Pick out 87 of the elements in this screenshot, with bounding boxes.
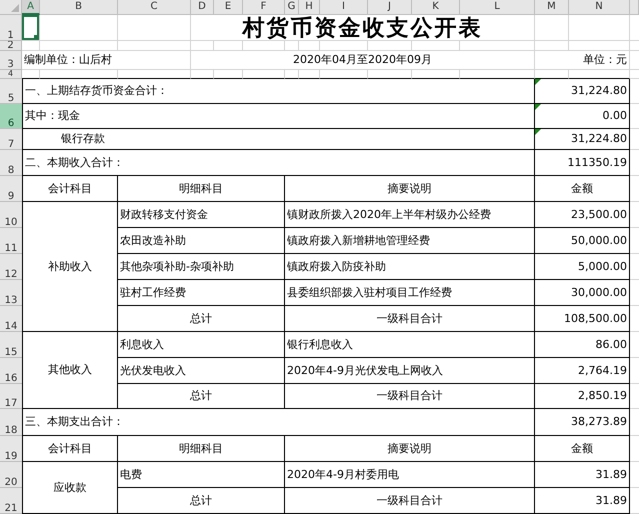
table-cell: 其他杂项补助-杂项补助 xyxy=(118,254,285,280)
row-header[interactable]: 18 xyxy=(0,409,22,436)
amount-cell: 23,500.00 xyxy=(535,202,630,228)
period-label: 2020年04月至2020年09月 xyxy=(191,51,535,70)
column-header[interactable]: H xyxy=(299,0,320,15)
total-label: 一级科目合计 xyxy=(285,306,535,332)
unit-label: 单位：元 xyxy=(535,51,630,70)
table-cell: 2020年4-9月光伏发电上网收入 xyxy=(285,358,535,384)
column-heading: 会计科目 xyxy=(22,436,118,462)
total-label: 一级科目合计 xyxy=(285,384,535,409)
column-header[interactable]: B xyxy=(40,0,118,15)
section-label: 其中：现金 xyxy=(22,104,535,129)
table-cell: 光伏发电收入 xyxy=(118,358,285,384)
section-label: 银行存款 xyxy=(22,129,535,150)
column-header[interactable]: C xyxy=(118,0,191,15)
row-header[interactable]: 8 xyxy=(0,150,22,176)
table-cell: 电费 xyxy=(118,462,285,488)
row-header[interactable]: 3 xyxy=(0,51,22,70)
table-cell: 驻村工作经费 xyxy=(118,280,285,306)
row-header[interactable]: 11 xyxy=(0,228,22,254)
row-header[interactable]: 13 xyxy=(0,280,22,306)
section-label: 三、本期支出合计： xyxy=(22,409,535,436)
column-heading: 会计科目 xyxy=(22,176,118,202)
total-label: 总计 xyxy=(118,306,285,332)
column-header[interactable]: F xyxy=(243,0,285,15)
amount-cell: 31.89 xyxy=(535,462,630,488)
table-cell: 财政转移支付资金 xyxy=(118,202,285,228)
row-header[interactable]: 21 xyxy=(0,488,22,514)
column-header[interactable]: E xyxy=(214,0,243,15)
table-cell: 镇财政所拨入2020年上半年村级办公经费 xyxy=(285,202,535,228)
column-header[interactable]: M xyxy=(535,0,569,15)
row-header[interactable]: 17 xyxy=(0,384,22,409)
amount-cell: 108,500.00 xyxy=(535,306,630,332)
column-heading: 金额 xyxy=(535,176,630,202)
amount-cell: 30,000.00 xyxy=(535,280,630,306)
row-header[interactable]: 20 xyxy=(0,462,22,488)
total-label: 一级科目合计 xyxy=(285,488,535,514)
row-header[interactable]: 16 xyxy=(0,358,22,384)
column-heading: 摘要说明 xyxy=(285,176,535,202)
table-cell: 2020年4-9月村委用电 xyxy=(285,462,535,488)
row-header[interactable]: 12 xyxy=(0,254,22,280)
section-label: 一、上期结存货币资金合计： xyxy=(22,79,535,104)
row-header[interactable]: 6 xyxy=(0,104,22,129)
total-label: 总计 xyxy=(118,488,285,514)
table-cell: 县委组织部拨入驻村项目工作经费 xyxy=(285,280,535,306)
organization-label: 编制单位：山后村 xyxy=(22,51,191,70)
total-label: 总计 xyxy=(118,384,285,409)
column-header[interactable]: D xyxy=(191,0,214,15)
row-header[interactable]: 4 xyxy=(0,70,22,79)
amount-cell: 31,224.80 xyxy=(571,132,627,145)
column-header[interactable]: L xyxy=(460,0,535,15)
column-header[interactable]: G xyxy=(285,0,299,15)
row-header[interactable]: 10 xyxy=(0,202,22,228)
amount-cell: 111350.19 xyxy=(535,150,630,176)
amount-cell: 38,273.89 xyxy=(535,409,630,436)
column-header[interactable]: K xyxy=(412,0,460,15)
table-cell: 镇政府拨入新增耕地管理经费 xyxy=(285,228,535,254)
amount-cell: 0.00 xyxy=(602,109,627,122)
row-header[interactable]: 19 xyxy=(0,436,22,462)
amount-cell: 31.89 xyxy=(535,488,630,514)
column-header[interactable]: I xyxy=(320,0,368,15)
table-cell: 镇政府拨入防疫补助 xyxy=(285,254,535,280)
column-header[interactable]: J xyxy=(368,0,412,15)
column-heading: 金额 xyxy=(535,436,630,462)
table-cell: 农田改造补助 xyxy=(118,228,285,254)
section-label: 二、本期收入合计： xyxy=(22,150,535,176)
table-cell: 银行利息收入 xyxy=(285,332,535,358)
cell-cursor[interactable] xyxy=(22,15,40,41)
column-heading: 摘要说明 xyxy=(285,436,535,462)
sheet-title: 村货币资金收支公开表 xyxy=(191,15,535,41)
amount-cell: 2,764.19 xyxy=(535,358,630,384)
row-header[interactable]: 15 xyxy=(0,332,22,358)
row-header[interactable]: 5 xyxy=(0,79,22,104)
column-header[interactable]: N xyxy=(569,0,630,15)
row-header[interactable]: 14 xyxy=(0,306,22,332)
column-heading: 明细科目 xyxy=(118,176,285,202)
amount-cell: 86.00 xyxy=(535,332,630,358)
row-header[interactable]: 1 xyxy=(0,15,22,41)
column-heading: 明细科目 xyxy=(118,436,285,462)
amount-cell: 50,000.00 xyxy=(535,228,630,254)
row-header[interactable]: 9 xyxy=(0,176,22,202)
amount-cell: 2,850.19 xyxy=(535,384,630,409)
column-header[interactable]: A xyxy=(22,0,40,15)
table-cell: 利息收入 xyxy=(118,332,285,358)
row-header[interactable]: 7 xyxy=(0,129,22,150)
amount-cell: 31,224.80 xyxy=(571,84,627,97)
amount-cell: 5,000.00 xyxy=(535,254,630,280)
